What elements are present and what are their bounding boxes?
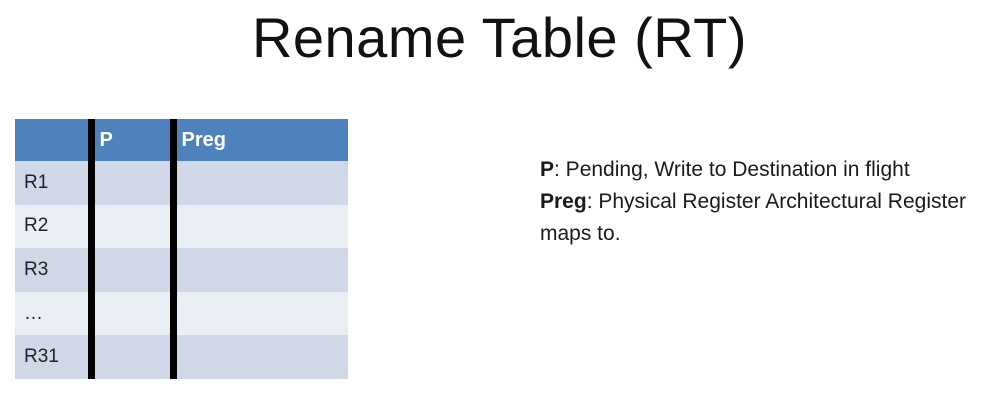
table-row: R2 bbox=[15, 204, 348, 249]
reg-cell: R2 bbox=[15, 204, 91, 249]
preg-cell bbox=[169, 204, 348, 249]
p-cell bbox=[87, 204, 173, 249]
header-reg bbox=[15, 119, 91, 161]
header-p: P bbox=[87, 119, 173, 161]
reg-cell: R3 bbox=[15, 248, 91, 292]
p-cell bbox=[87, 291, 173, 336]
legend-item-preg: Preg: Physical Register Architectural Re… bbox=[540, 186, 990, 250]
reg-cell: … bbox=[15, 291, 91, 336]
legend-term-preg: Preg bbox=[540, 190, 587, 213]
preg-cell bbox=[169, 248, 348, 292]
table-row: R31 bbox=[15, 335, 348, 379]
reg-cell: R31 bbox=[15, 335, 91, 379]
p-cell bbox=[87, 335, 173, 379]
table-header-row: P Preg bbox=[15, 119, 348, 161]
header-preg: Preg bbox=[169, 119, 348, 161]
table-row: … bbox=[15, 291, 348, 336]
slide-title: Rename Table (RT) bbox=[251, 6, 748, 69]
preg-cell bbox=[169, 335, 348, 379]
preg-cell bbox=[169, 161, 348, 205]
preg-cell bbox=[169, 291, 348, 336]
rename-table: P Preg R1 R2 R3 … R31 bbox=[15, 119, 348, 379]
reg-cell: R1 bbox=[15, 161, 91, 205]
legend-desc-preg: : Physical Register Architectural Regist… bbox=[540, 190, 966, 245]
p-cell bbox=[87, 161, 173, 205]
legend-term-p: P bbox=[540, 158, 555, 181]
table-row: R1 bbox=[15, 161, 348, 205]
legend-desc-p: : Pending, Write to Destination in fligh… bbox=[554, 158, 910, 181]
table-row: R3 bbox=[15, 248, 348, 292]
legend-item-p: P: Pending, Write to Destination in flig… bbox=[540, 154, 990, 186]
p-cell bbox=[87, 248, 173, 292]
legend: P: Pending, Write to Destination in flig… bbox=[540, 154, 990, 250]
